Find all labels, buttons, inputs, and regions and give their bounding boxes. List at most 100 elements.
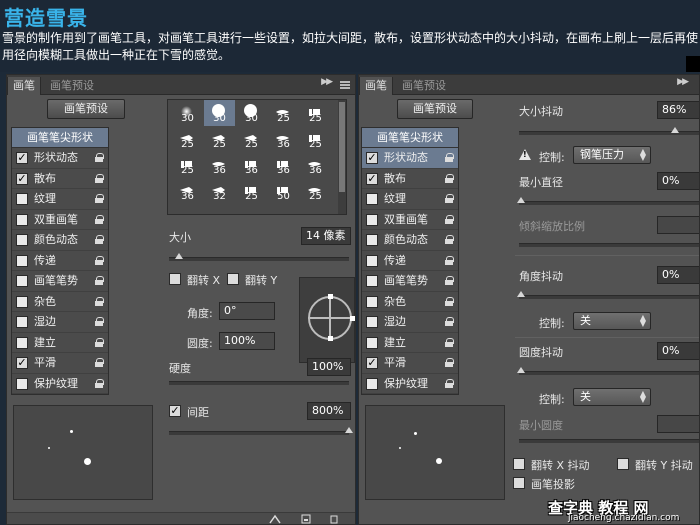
option-checkbox[interactable] xyxy=(366,295,378,308)
brush-option-row[interactable]: 颜色动态 xyxy=(362,230,458,251)
hardness-slider[interactable] xyxy=(169,381,349,385)
flip-y-checkbox[interactable] xyxy=(227,273,239,285)
option-checkbox[interactable] xyxy=(366,275,378,287)
brush-option-row[interactable]: 保护纹理 xyxy=(12,374,108,394)
brush-option-row[interactable]: ✓ 平滑 xyxy=(12,353,108,374)
min-roundness-field[interactable] xyxy=(657,415,699,433)
brush-option-row[interactable]: 双重画笔 xyxy=(12,210,108,230)
flip-y-jitter-checkbox[interactable] xyxy=(617,458,629,470)
lock-icon[interactable] xyxy=(95,337,104,347)
option-checkbox[interactable] xyxy=(366,193,378,205)
tab-brush-presets[interactable]: 画笔预设 xyxy=(397,77,451,95)
spacing-slider[interactable] xyxy=(169,427,353,435)
brush-tip-cell[interactable]: 36 xyxy=(204,152,235,178)
brush-option-row[interactable]: 双重画笔 xyxy=(362,210,458,230)
brush-tip-cell[interactable]: 36 xyxy=(236,152,267,178)
roundness-handle[interactable] xyxy=(328,336,333,341)
size-jitter-slider[interactable] xyxy=(519,127,699,135)
roundness-jitter-field[interactable]: 0% xyxy=(657,342,699,360)
brush-option-row[interactable]: ✓ 散布 xyxy=(12,169,108,189)
lock-icon[interactable] xyxy=(95,194,104,203)
collapse-arrows-icon[interactable]: ▶▶ xyxy=(321,77,333,87)
option-checkbox[interactable] xyxy=(16,316,28,328)
brush-presets-button[interactable]: 画笔预设 xyxy=(397,99,473,119)
brush-tip-cell[interactable]: 71 xyxy=(236,204,267,214)
lock-icon[interactable] xyxy=(445,255,454,265)
brush-tip-cell[interactable]: 25 xyxy=(172,126,203,152)
brush-option-row[interactable]: ✓ 散布 xyxy=(362,169,458,189)
brush-tip-cell[interactable]: 32 xyxy=(204,178,235,204)
roundness-jitter-slider-knob[interactable] xyxy=(517,367,525,373)
size-slider[interactable] xyxy=(169,253,349,261)
option-checkbox[interactable] xyxy=(366,213,378,226)
brush-tip-cell[interactable]: 30 xyxy=(236,100,267,126)
tab-brush-presets[interactable]: 画笔预设 xyxy=(45,77,99,95)
size-jitter-field[interactable]: 86% xyxy=(657,101,699,119)
brush-option-row[interactable]: 传递 xyxy=(12,251,108,271)
brush-tip-cell[interactable]: 36 xyxy=(172,178,203,204)
angle-jitter-slider[interactable] xyxy=(517,291,699,299)
lock-icon[interactable] xyxy=(95,296,104,306)
lock-icon[interactable] xyxy=(445,358,454,367)
brush-presets-button[interactable]: 画笔预设 xyxy=(47,99,125,119)
lock-icon[interactable] xyxy=(445,235,454,244)
roundness-field[interactable]: 100% xyxy=(219,332,275,350)
tilt-scale-field[interactable] xyxy=(657,216,699,234)
option-checkbox[interactable]: ✓ xyxy=(366,152,378,164)
lock-icon[interactable] xyxy=(95,235,104,244)
angle-field[interactable]: 0° xyxy=(219,302,275,320)
brush-option-row[interactable]: 画笔笔势 xyxy=(12,271,108,292)
brush-tip-shape-header[interactable]: 画笔笔尖形状 xyxy=(362,128,458,148)
min-roundness-slider[interactable] xyxy=(519,439,699,443)
option-checkbox[interactable] xyxy=(366,377,378,390)
lock-icon[interactable] xyxy=(445,214,454,224)
new-preset-icon[interactable] xyxy=(301,514,311,524)
brush-tip-cell[interactable]: 25 xyxy=(236,178,267,204)
create-brush-icon[interactable] xyxy=(329,514,339,524)
option-checkbox[interactable] xyxy=(366,336,378,349)
lock-icon[interactable] xyxy=(445,194,454,203)
brush-tip-cell[interactable]: 25 xyxy=(268,100,299,126)
lock-icon[interactable] xyxy=(95,173,104,183)
brush-option-row[interactable]: 建立 xyxy=(12,333,108,353)
brush-tip-cell[interactable]: 30 xyxy=(204,100,235,126)
lock-icon[interactable] xyxy=(445,276,454,285)
lock-icon[interactable] xyxy=(445,296,454,306)
brush-tip-cell[interactable]: 50 xyxy=(172,204,203,214)
tilt-scale-slider[interactable] xyxy=(519,243,699,247)
toggle-preview-icon[interactable] xyxy=(269,514,281,524)
panel-menu-icon[interactable] xyxy=(340,81,350,89)
angle-control-dropdown[interactable]: 关 ▲ ▼ xyxy=(573,312,651,330)
brush-tip-cell[interactable]: 50 xyxy=(204,204,235,214)
roundness-handle[interactable] xyxy=(328,294,333,299)
brush-tip-shape-header[interactable]: 画笔笔尖形状 xyxy=(12,128,108,148)
size-slider-knob[interactable] xyxy=(175,253,183,259)
brush-option-row[interactable]: 湿边 xyxy=(12,312,108,333)
angle-handle[interactable] xyxy=(350,316,355,321)
option-checkbox[interactable] xyxy=(16,295,28,308)
spacing-checkbox[interactable]: ✓ xyxy=(169,405,181,417)
brush-option-row[interactable]: 湿边 xyxy=(362,312,458,333)
lock-icon[interactable] xyxy=(445,337,454,347)
brush-tip-cell[interactable]: 25 xyxy=(172,152,203,178)
option-checkbox[interactable]: ✓ xyxy=(366,172,378,185)
option-checkbox[interactable] xyxy=(16,275,28,287)
lock-icon[interactable] xyxy=(95,214,104,224)
lock-icon[interactable] xyxy=(445,153,454,162)
lock-icon[interactable] xyxy=(445,317,454,326)
brush-tip-cell[interactable]: 25 xyxy=(300,100,331,126)
lock-icon[interactable] xyxy=(445,173,454,183)
brush-tip-cell[interactable]: 36 xyxy=(268,126,299,152)
option-checkbox[interactable] xyxy=(16,254,28,267)
brush-option-row[interactable]: ✓ 平滑 xyxy=(362,353,458,374)
grid-scrollbar-thumb[interactable] xyxy=(339,102,345,192)
lock-icon[interactable] xyxy=(95,358,104,367)
option-checkbox[interactable]: ✓ xyxy=(366,357,378,369)
size-control-dropdown[interactable]: 钢笔压力 ▲ ▼ xyxy=(573,146,651,164)
brush-option-row[interactable]: 纹理 xyxy=(12,189,108,210)
option-checkbox[interactable]: ✓ xyxy=(16,172,28,185)
option-checkbox[interactable] xyxy=(16,193,28,205)
brush-option-row[interactable]: 颜色动态 xyxy=(12,230,108,251)
option-checkbox[interactable]: ✓ xyxy=(16,152,28,164)
brush-projection-checkbox[interactable] xyxy=(513,477,525,489)
